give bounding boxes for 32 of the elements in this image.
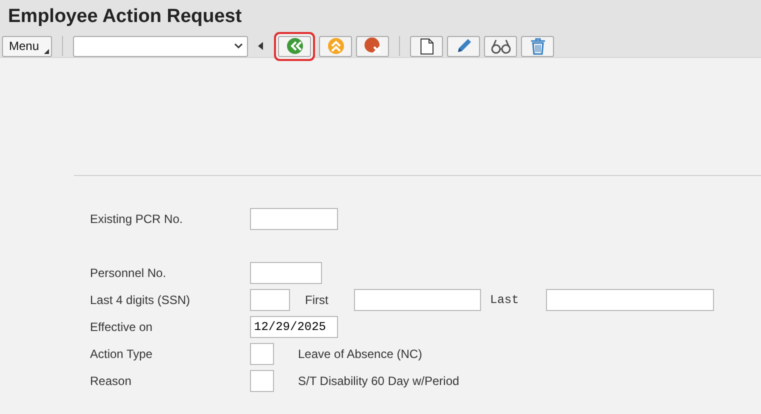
input-field[interactable] — [250, 289, 290, 311]
menu-button[interactable]: Menu — [2, 36, 52, 56]
field-label: Personnel No. — [90, 266, 168, 280]
field-text: Last — [490, 293, 520, 307]
chevron-down-icon — [234, 43, 244, 49]
dropdown-field[interactable] — [73, 36, 248, 56]
toolbar-button[interactable] — [410, 36, 444, 56]
window-title: Employee Action Request — [8, 6, 243, 28]
document-icon — [420, 38, 434, 54]
pencil-icon — [455, 38, 472, 54]
field-text: First — [305, 293, 330, 307]
glasses-icon — [490, 38, 512, 54]
field-label: Reason — [90, 374, 132, 388]
back-icon — [286, 37, 304, 55]
input-field[interactable] — [250, 343, 274, 365]
input-field[interactable] — [250, 370, 274, 392]
field-label: Existing PCR No. — [90, 212, 184, 226]
input-field[interactable] — [546, 289, 714, 311]
corner-triangle-icon — [44, 48, 50, 54]
trash-icon — [528, 37, 547, 55]
field-text: Leave of Absence (NC) — [298, 347, 422, 361]
input-field[interactable] — [250, 262, 322, 284]
field-text: S/T Disability 60 Day w/Period — [298, 374, 460, 388]
field-label: Last 4 digits (SSN) — [90, 293, 192, 307]
toolbar-button[interactable] — [484, 36, 518, 56]
field-label: Effective on — [90, 320, 154, 334]
field-label: Action Type — [90, 347, 154, 361]
input-field[interactable] — [250, 208, 338, 230]
input-field[interactable] — [354, 289, 481, 311]
cancel-icon — [364, 37, 382, 55]
input-field[interactable]: 12/29/2025 — [250, 316, 338, 338]
up-icon — [326, 37, 345, 55]
